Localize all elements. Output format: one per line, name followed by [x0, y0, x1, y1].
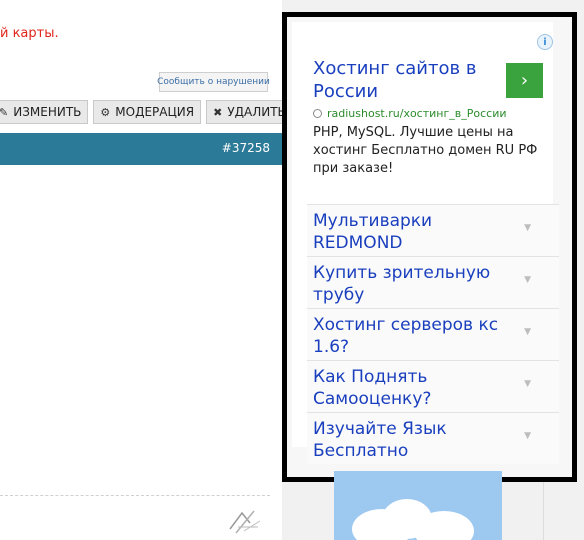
ad-link-item[interactable]: Мультиварки REDMOND ▼	[307, 204, 559, 256]
ad-link-list: Мультиварки REDMOND ▼ Купить зрительную …	[307, 204, 559, 464]
chevron-down-icon: ▼	[524, 431, 531, 441]
ad-link-item[interactable]: Как Поднять Самооценку? ▼	[307, 360, 559, 412]
moderation-button-label: МОДЕРАЦИЯ	[115, 105, 195, 119]
post-actions: ✎ ИЗМЕНИТЬ ⚙ МОДЕРАЦИЯ ✖ УДАЛИТЬ	[0, 100, 282, 124]
ad-title-link[interactable]: Хостинг сайтов в России	[313, 57, 493, 103]
edit-button-label: ИЗМЕНИТЬ	[13, 105, 82, 119]
ad-link-label: Как Поднять Самооценку?	[313, 367, 432, 409]
ad-block: i Хостинг сайтов в России › radiushost.r…	[282, 12, 577, 482]
pencil-icon: ✎	[0, 105, 9, 119]
cloud-shape	[414, 511, 474, 540]
chevron-down-icon: ▼	[524, 223, 531, 233]
ad-link-label: Мультиварки REDMOND	[313, 211, 433, 253]
post-text-fragment: й карты.	[0, 26, 59, 41]
info-icon[interactable]: i	[537, 34, 553, 50]
ad-description: PHP, MySQL. Лучшие цены на хостинг Беспл…	[313, 125, 538, 176]
report-violation-button[interactable]: Сообщить о нарушении	[157, 72, 270, 92]
post-separator	[0, 495, 270, 496]
delete-button-label: УДАЛИТЬ	[227, 105, 282, 119]
post-header-bar: #37258	[0, 133, 282, 165]
chevron-down-icon: ▼	[524, 379, 531, 389]
post-id-link[interactable]: #37258	[222, 141, 270, 155]
delete-button[interactable]: ✖ УДАЛИТЬ	[206, 100, 282, 124]
ad-url[interactable]: radiushost.ru/хостинг_в_России	[313, 107, 507, 120]
edit-button[interactable]: ✎ ИЗМЕНИТЬ	[0, 100, 89, 124]
signature-icon	[229, 510, 261, 534]
sidebar-sky-image[interactable]	[334, 471, 502, 540]
ad-link-label: Купить зрительную трубу	[313, 263, 491, 305]
chevron-down-icon: ▼	[524, 327, 531, 337]
ad-go-button[interactable]: ›	[506, 63, 543, 98]
gear-icon: ⚙	[100, 105, 111, 119]
ad-link-item[interactable]: Изучайте Язык Бесплатно ▼	[307, 412, 559, 464]
ad-link-item[interactable]: Купить зрительную трубу ▼	[307, 256, 559, 308]
sidebar-divider	[543, 482, 544, 540]
moderation-button[interactable]: ⚙ МОДЕРАЦИЯ	[93, 100, 202, 124]
ad-url-text: radiushost.ru/хостинг_в_России	[327, 107, 507, 120]
ad-link-item[interactable]: Хостинг серверов кс 1.6? ▼	[307, 308, 559, 360]
close-icon: ✖	[213, 105, 223, 119]
ad-link-label: Хостинг серверов кс 1.6?	[313, 315, 499, 357]
globe-icon	[313, 109, 322, 118]
chevron-right-icon: ›	[520, 70, 529, 91]
chevron-down-icon: ▼	[524, 275, 531, 285]
post-content: й карты. Сообщить о нарушении ✎ ИЗМЕНИТЬ…	[0, 0, 282, 540]
ad-link-label: Изучайте Язык Бесплатно	[313, 419, 447, 461]
